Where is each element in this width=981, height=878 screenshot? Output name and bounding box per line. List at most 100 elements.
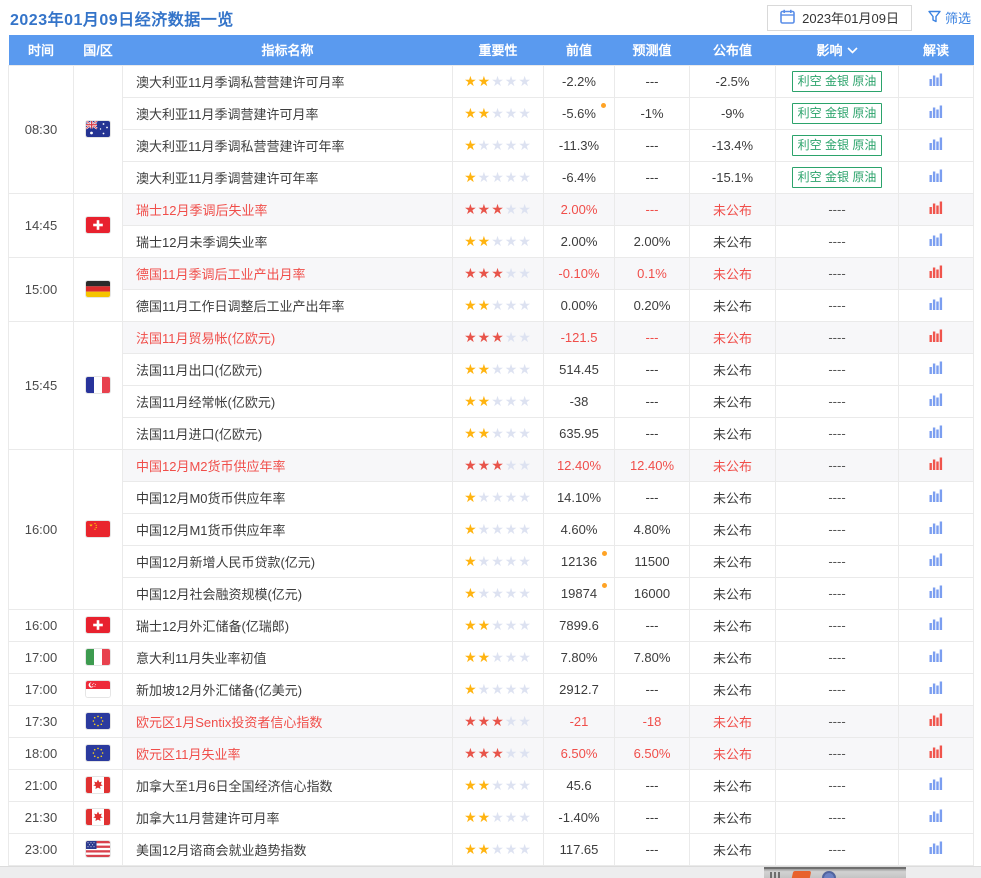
published-value-cell: 未公布 [689,288,776,322]
chart-icon[interactable] [929,777,943,793]
published-value-cell: 未公布 [689,800,776,834]
chart-icon[interactable] [929,553,943,569]
chart-icon[interactable] [929,73,943,89]
indicator-name-link[interactable]: 美国12月谘商会就业趋势指数 [136,843,306,858]
indicator-name-link[interactable]: 新加坡12月外汇储备(亿美元) [136,683,302,698]
column-header-9: 解读 [898,35,974,65]
date-picker-button[interactable]: 2023年01月09日 [767,4,912,31]
column-header-3: 指标名称 [122,35,453,65]
indicator-name-link[interactable]: 法国11月进口(亿欧元) [136,427,262,442]
published-value-cell: 未公布 [689,544,776,578]
interpretation-cell [898,320,974,354]
indicator-name-link[interactable]: 加拿大11月营建许可月率 [136,811,280,826]
indicator-name-link[interactable]: 法国11月经常帐(亿欧元) [136,395,275,410]
indicator-name-link[interactable]: 意大利11月失业率初值 [136,651,267,666]
column-header-8[interactable]: 影响 [775,35,899,65]
indicator-name-link[interactable]: 澳大利亚11月季调私营营建许可月率 [136,75,345,90]
chart-icon[interactable] [929,169,943,185]
forecast-value-cell: --- [614,800,690,834]
chart-icon[interactable] [929,489,943,505]
forecast-value-cell: --- [614,768,690,802]
indicator-name-link[interactable]: 瑞士12月季调后失业率 [136,203,267,218]
time-cell: 16:00 [8,448,74,610]
chart-icon[interactable] [929,425,943,441]
indicator-name-cell: 澳大利亚11月季调私营营建许可年率 [122,128,453,162]
indicator-name-link[interactable]: 欧元区1月Sentix投资者信心指数 [136,715,322,730]
indicator-name-link[interactable]: 澳大利亚11月季调营建许可月率 [136,107,319,122]
published-value-cell: 未公布 [689,352,776,386]
chart-icon[interactable] [929,265,943,281]
indicator-name-link[interactable]: 中国12月社会融资规模(亿元) [136,587,302,602]
importance-stars: ★★★★★ [452,256,544,290]
chart-icon[interactable] [929,585,943,601]
star-icon: ★ [491,104,505,121]
chart-icon[interactable] [929,457,943,473]
widget-blue-icon [822,871,836,878]
chart-icon[interactable] [929,521,943,537]
star-icon: ★ [491,296,505,313]
indicator-name-link[interactable]: 德国11月季调后工业产出月率 [136,267,306,282]
star-icon: ★ [504,744,519,761]
previous-value-cell: -21 [543,704,615,738]
indicator-name-link[interactable]: 澳大利亚11月季调营建许可年率 [136,171,319,186]
star-icon: ★ [464,520,478,537]
chart-icon[interactable] [929,201,943,217]
star-icon: ★ [491,584,505,601]
forecast-value-cell: 7.80% [614,640,690,674]
indicator-name-cell: 意大利11月失业率初值 [122,640,453,674]
indicator-name-link[interactable]: 法国11月贸易帐(亿欧元) [136,331,275,346]
chart-icon[interactable] [929,233,943,249]
interpretation-cell [898,800,974,834]
previous-value-cell: 12136 [543,544,615,578]
star-icon: ★ [464,392,478,409]
forecast-value-cell: 16000 [614,576,690,610]
star-icon: ★ [491,264,505,281]
forecast-value-cell: -1% [614,96,690,130]
indicator-name-link[interactable]: 中国12月M2货币供应年率 [136,459,286,474]
table-row: 中国12月M0货币供应年率 ★★★★★ 14.10% --- 未公布 ---- [9,480,974,514]
published-value-cell: 未公布 [689,640,776,674]
chart-icon[interactable] [929,841,943,857]
indicator-name-link[interactable]: 中国12月新增人民币贷款(亿元) [136,555,315,570]
italy-flag-icon [86,649,110,666]
chart-icon[interactable] [929,649,943,665]
chart-icon[interactable] [929,329,943,345]
star-icon: ★ [518,680,532,697]
impact-cell: ---- [775,320,899,354]
star-icon: ★ [491,808,505,825]
chart-icon[interactable] [929,361,943,377]
star-icon: ★ [491,680,505,697]
chart-icon[interactable] [929,137,943,153]
indicator-name-link[interactable]: 澳大利亚11月季调私营营建许可年率 [136,139,345,154]
country-cell [73,800,123,834]
chart-icon[interactable] [929,681,943,697]
impact-cell: ---- [775,768,899,802]
economic-data-table: 时间 国/区 指标名称 重要性 前值 预测值 公布值 影响 解读 08:30 澳大利亚11月季调私… [8,35,974,866]
indicator-name-link[interactable]: 中国12月M0货币供应年率 [136,491,286,506]
star-icon: ★ [518,296,532,313]
previous-value-cell: -1.40% [543,800,615,834]
interpretation-cell [898,128,974,162]
chart-icon[interactable] [929,809,943,825]
forecast-value-cell: --- [614,672,690,706]
chart-icon[interactable] [929,393,943,409]
filter-button[interactable]: 筛选 [928,8,971,27]
chart-icon[interactable] [929,745,943,761]
indicator-name-link[interactable]: 瑞士12月未季调失业率 [136,235,267,250]
indicator-name-link[interactable]: 加拿大至1月6日全国经济信心指数 [136,779,332,794]
indicator-name-link[interactable]: 瑞士12月外汇储备(亿瑞郎) [136,619,289,634]
indicator-name-link[interactable]: 欧元区11月失业率 [136,747,241,762]
indicator-name-link[interactable]: 法国11月出口(亿欧元) [136,363,262,378]
interpretation-cell [898,416,974,450]
indicator-name-cell: 欧元区11月失业率 [122,736,453,770]
indicator-name-cell: 新加坡12月外汇储备(亿美元) [122,672,453,706]
chart-icon[interactable] [929,617,943,633]
chart-icon[interactable] [929,105,943,121]
chart-icon[interactable] [929,713,943,729]
star-icon: ★ [464,808,478,825]
indicator-name-link[interactable]: 德国11月工作日调整后工业产出年率 [136,299,345,314]
indicator-name-cell: 中国12月M1货币供应年率 [122,512,453,546]
chart-icon[interactable] [929,297,943,313]
star-icon: ★ [477,232,492,249]
indicator-name-link[interactable]: 中国12月M1货币供应年率 [136,523,286,538]
